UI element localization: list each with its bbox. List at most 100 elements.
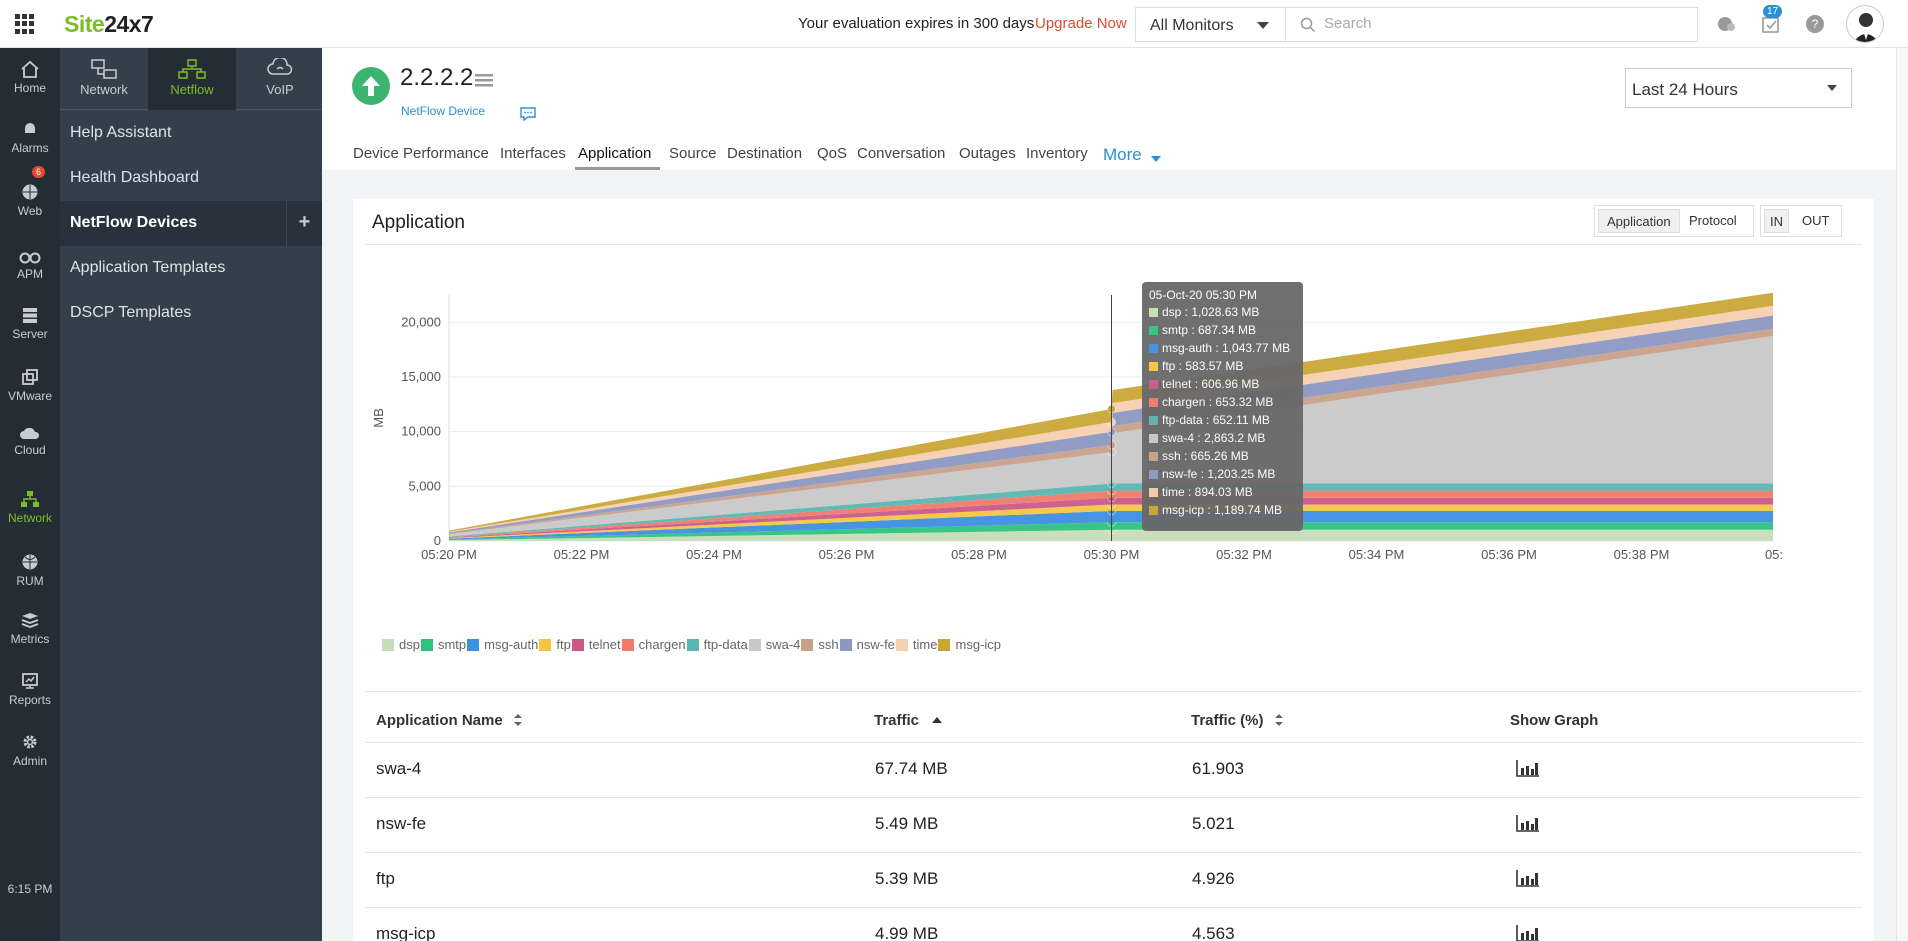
help-icon[interactable]: ? [1804,13,1826,35]
nav-web-label: Web [17,204,43,218]
nav-network[interactable]: Network [0,490,60,525]
sub-item-health-dashboard[interactable]: Health Dashboard [60,156,322,201]
tooltip-swatch [1149,398,1158,407]
avatar[interactable] [1846,5,1884,43]
tooltip-value: nsw-fe : 1,203.25 MB [1162,467,1276,481]
vertical-scrollbar[interactable] [1896,48,1908,941]
tab-outages[interactable]: Outages [959,145,1016,162]
monitor-filter-select[interactable]: All Monitors [1135,7,1285,42]
show-graph-icon[interactable] [1515,813,1541,833]
sub-item-help-assistant[interactable]: Help Assistant [60,111,322,156]
panel-title: Application [372,212,465,233]
tab-interfaces[interactable]: Interfaces [500,145,566,162]
device-type-link[interactable]: NetFlow Device [401,104,485,118]
nav-reports[interactable]: Reports [0,672,60,707]
legend-item-ftp[interactable]: ftp [539,637,571,652]
legend-item-smtp[interactable]: smtp [420,637,466,652]
row-4-name: msg-icp [376,924,436,941]
comment-icon[interactable] [519,106,537,122]
nav-metrics[interactable]: Metrics [0,611,60,646]
legend-item-ssh[interactable]: ssh [801,637,839,652]
legend-item-msg-auth[interactable]: msg-auth [467,637,538,652]
legend-label: dsp [399,637,420,652]
legend-item-msg-icp[interactable]: msg-icp [938,637,1001,652]
subtab-netflow-label: Netflow [170,82,214,97]
chart-legend: dsp smtp msg-auth ftp telnet chargen ftp-data s… [382,637,1002,652]
show-graph-icon[interactable] [1515,868,1541,888]
show-graph-icon[interactable] [1515,758,1541,778]
chart-tooltip: 05-Oct-20 05:30 PM dsp : 1,028.63 MB smtp… [1142,282,1303,531]
nav-rum[interactable]: RUM [0,553,60,588]
active-tab-underline [575,167,660,170]
left-navigation: Home Alarms 6 Web APM Server VMware Clou… [0,48,60,941]
tab-device-performance[interactable]: Device Performance [353,145,489,162]
legend-item-dsp[interactable]: dsp [382,637,420,652]
nav-admin[interactable]: Admin [0,733,60,768]
legend-item-time[interactable]: time [895,637,937,652]
arrow-up-icon [362,76,380,96]
sub-item-application-templates[interactable]: Application Templates [60,246,322,291]
tab-conversation[interactable]: Conversation [857,145,945,162]
time-range-select[interactable]: Last 24 Hours [1625,68,1852,108]
tab-source[interactable]: Source [669,145,717,162]
monitor-filter-value: All Monitors [1150,17,1234,34]
nav-home[interactable]: Home [0,60,60,95]
row-2-percent: 5.021 [1192,814,1235,833]
col-traffic-percent[interactable]: Traffic (%) [1191,712,1284,729]
row-3-name: ftp [376,869,395,888]
tooltip-value: ftp-data : 652.11 MB [1162,413,1270,427]
y-tick-label: 15,000 [401,369,441,384]
legend-label: msg-auth [484,637,539,652]
toggle-in[interactable]: IN [1764,209,1789,233]
gear-icon [23,735,37,749]
evaluation-notice: Your evaluation expires in 300 days [798,15,1035,32]
subtab-voip-label: VoIP [266,82,294,97]
subtab-netflow[interactable]: Netflow [148,48,236,110]
toggle-out[interactable]: OUT [1794,209,1837,233]
apps-grid-icon[interactable] [15,14,35,34]
legend-item-telnet[interactable]: telnet [571,637,621,652]
nav-cloud[interactable]: Cloud [0,426,60,457]
nav-vmware[interactable]: VMware [0,368,60,403]
chat-bubble-icon[interactable] [1715,13,1737,35]
tooltip-row: nsw-fe : 1,203.25 MB [1149,467,1296,485]
show-graph-icon[interactable] [1515,923,1541,941]
upgrade-now-link[interactable]: Upgrade Now [1035,15,1127,32]
clock: 6:15 PM [7,882,53,896]
subtab-voip[interactable]: VoIP [236,48,324,110]
col-traffic[interactable]: Traffic [874,712,943,729]
tooltip-row: ftp : 583.57 MB [1149,359,1296,377]
logo[interactable]: Site24x7 [64,11,154,38]
toggle-application[interactable]: Application [1598,209,1680,233]
nav-apm-label: APM [16,267,43,281]
hamburger-menu-icon[interactable] [475,72,493,88]
legend-item-swa-4[interactable]: swa-4 [748,637,800,652]
add-device-button[interactable]: + [286,201,322,246]
sub-item-dscp-templates[interactable]: DSCP Templates [60,291,322,336]
tooltip-row: smtp : 687.34 MB [1149,323,1296,341]
tab-more[interactable]: More [1103,145,1142,165]
legend-item-ftp-data[interactable]: ftp-data [686,637,748,652]
nav-alarms[interactable]: Alarms [0,120,60,155]
legend-item-nsw-fe[interactable]: nsw-fe [839,637,895,652]
tooltip-row: ssh : 665.26 MB [1149,449,1296,467]
tooltip-swatch [1149,326,1158,335]
subtab-network[interactable]: Network [60,48,148,110]
col-application-name[interactable]: Application Name [376,712,523,729]
legend-label: chargen [638,637,686,652]
nav-server[interactable]: Server [0,306,60,341]
toggle-protocol[interactable]: Protocol [1681,209,1745,233]
legend-item-chargen[interactable]: chargen [621,637,686,652]
search-box[interactable] [1285,7,1698,42]
tab-inventory[interactable]: Inventory [1026,145,1088,162]
tab-destination[interactable]: Destination [727,145,802,162]
tab-application[interactable]: Application [578,145,651,162]
binoculars-icon [19,252,41,264]
legend-swatch [938,639,951,651]
voip-cloud-icon [267,58,293,75]
nav-web[interactable]: Web [0,183,60,218]
tab-qos[interactable]: QoS [817,145,847,162]
nav-apm[interactable]: APM [0,250,60,281]
search-input[interactable] [1324,15,1664,32]
sub-item-netflow-devices[interactable]: NetFlow Devices + [60,201,322,246]
